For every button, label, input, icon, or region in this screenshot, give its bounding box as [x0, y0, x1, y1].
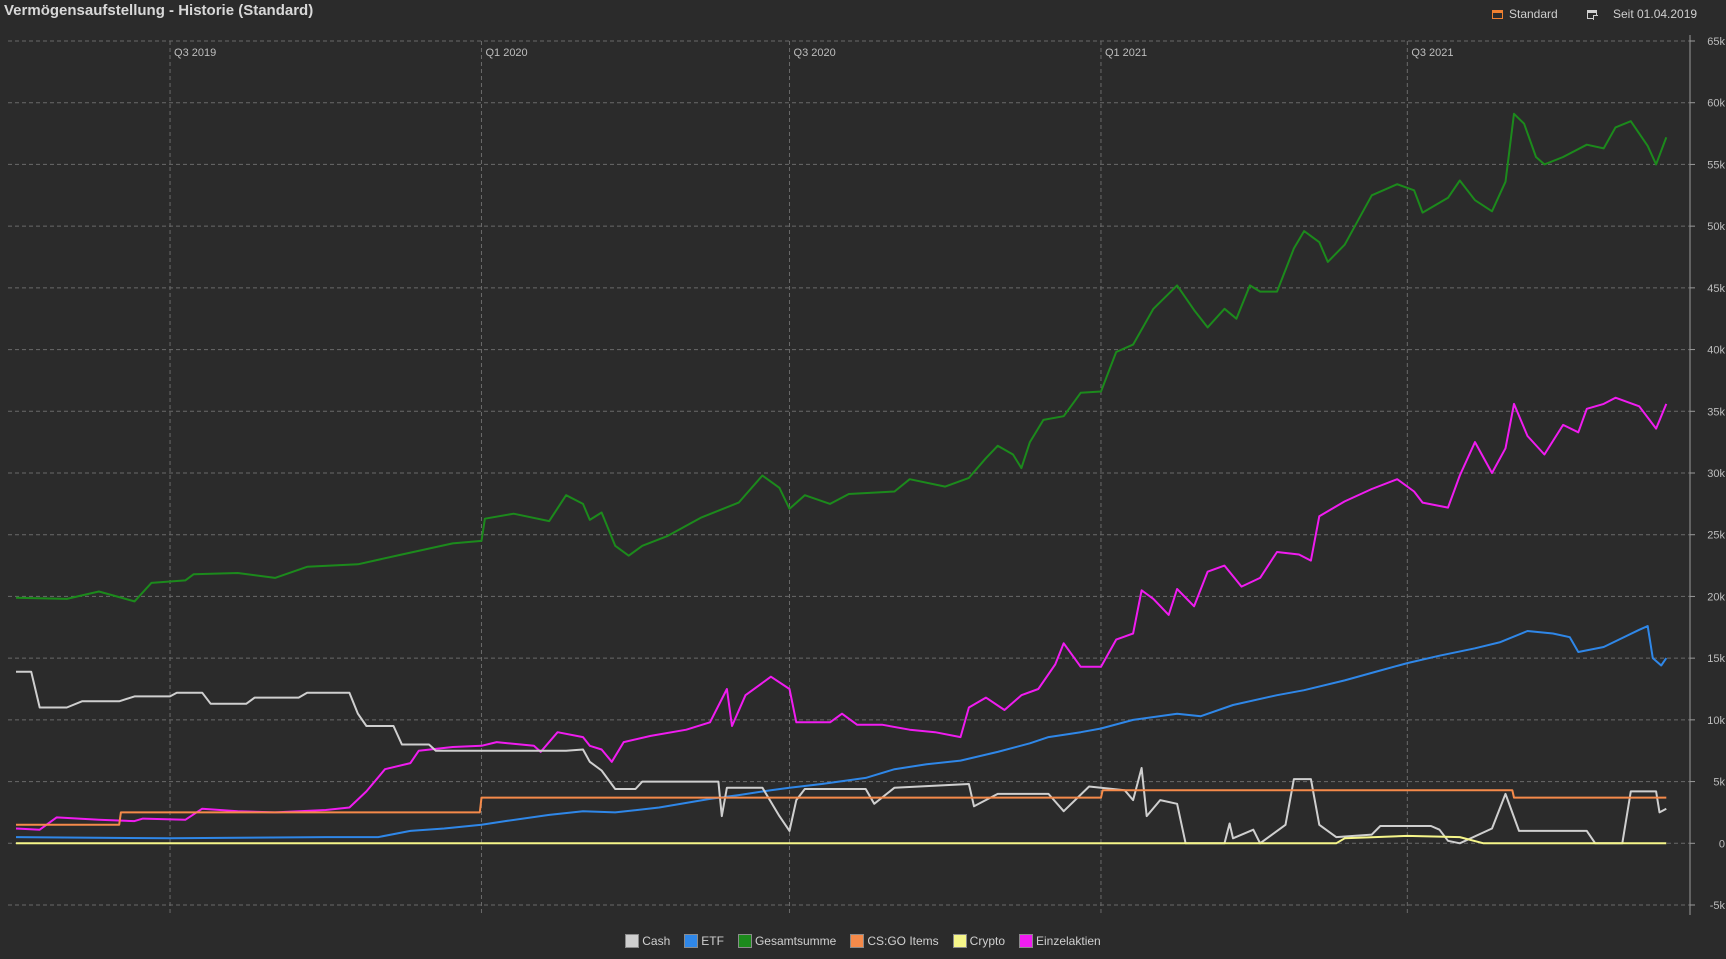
legend-label: Crypto	[969, 934, 1005, 948]
y-tick-label: 40k	[1707, 345, 1725, 357]
legend-swatch	[1019, 934, 1033, 948]
x-tick-label: Q3 2021	[1411, 47, 1453, 59]
y-tick-label: 10k	[1707, 715, 1725, 727]
x-tick-label: Q1 2021	[1105, 47, 1147, 59]
legend-swatch	[952, 934, 967, 948]
legend-label: Einzelaktien	[1036, 934, 1101, 948]
y-tick-label: -5k	[1710, 900, 1726, 912]
history-chart[interactable]: 65k 60k 55k 50k 45k 40k 35k 30k 25k 20k 15k 10k 5k 0 -…	[0, 0, 1726, 925]
legend-item-cs-go-items[interactable]: CS:GO Items	[850, 932, 939, 950]
series-line-einzelaktien[interactable]	[15, 396, 1668, 831]
series-line-cs-go-items[interactable]	[16, 789, 1667, 826]
app-window: Vermögensaufstellung - Historie (Standar…	[0, 0, 1726, 959]
series-line-gesamtsumme[interactable]	[15, 112, 1668, 603]
chart-legend: Cash ETF Gesamtsumme CS:GO Items Crypto Einze…	[0, 932, 1726, 950]
legend-swatch	[684, 934, 699, 948]
legend-swatch	[737, 934, 752, 948]
y-tick-label: 5k	[1713, 777, 1725, 789]
legend-label: Cash	[642, 934, 671, 948]
y-tick-label: 50k	[1707, 221, 1725, 233]
y-tick-label: 25k	[1707, 530, 1725, 542]
legend-item-crypto[interactable]: Crypto	[952, 932, 1005, 950]
x-tick-label: Q1 2020	[485, 47, 527, 59]
y-tick-label: 35k	[1707, 406, 1725, 418]
series-line-cash[interactable]	[16, 670, 1667, 845]
grid-layer	[8, 40, 1690, 915]
legend-swatch	[850, 934, 865, 948]
y-tick-label: 55k	[1707, 159, 1725, 171]
y-tick-label: 60k	[1707, 98, 1725, 110]
x-tick-label: Q3 2019	[174, 47, 216, 59]
legend-swatch	[625, 934, 640, 948]
y-tick-label: 65k	[1707, 36, 1725, 48]
y-tick-label: 20k	[1707, 591, 1725, 603]
legend-item-einzelaktien[interactable]: Einzelaktien	[1019, 932, 1101, 950]
y-tick-label: 30k	[1707, 468, 1725, 480]
y-tick-label: 0	[1719, 838, 1725, 850]
y-tick-label: 15k	[1707, 653, 1725, 665]
legend-item-etf[interactable]: ETF	[684, 932, 724, 950]
legend-label: CS:GO Items	[867, 934, 939, 948]
legend-label: Gesamtsumme	[754, 934, 837, 948]
legend-label: ETF	[701, 934, 724, 948]
y-tick-label: 45k	[1707, 283, 1725, 295]
legend-item-gesamtsumme[interactable]: Gesamtsumme	[737, 932, 837, 950]
x-tick-label: Q3 2020	[794, 47, 836, 59]
legend-item-cash[interactable]: Cash	[625, 932, 670, 950]
series-layer	[15, 112, 1668, 845]
axis-layer: 65k 60k 55k 50k 45k 40k 35k 30k 25k 20k 15k 10k 5k 0 -…	[174, 35, 1725, 915]
